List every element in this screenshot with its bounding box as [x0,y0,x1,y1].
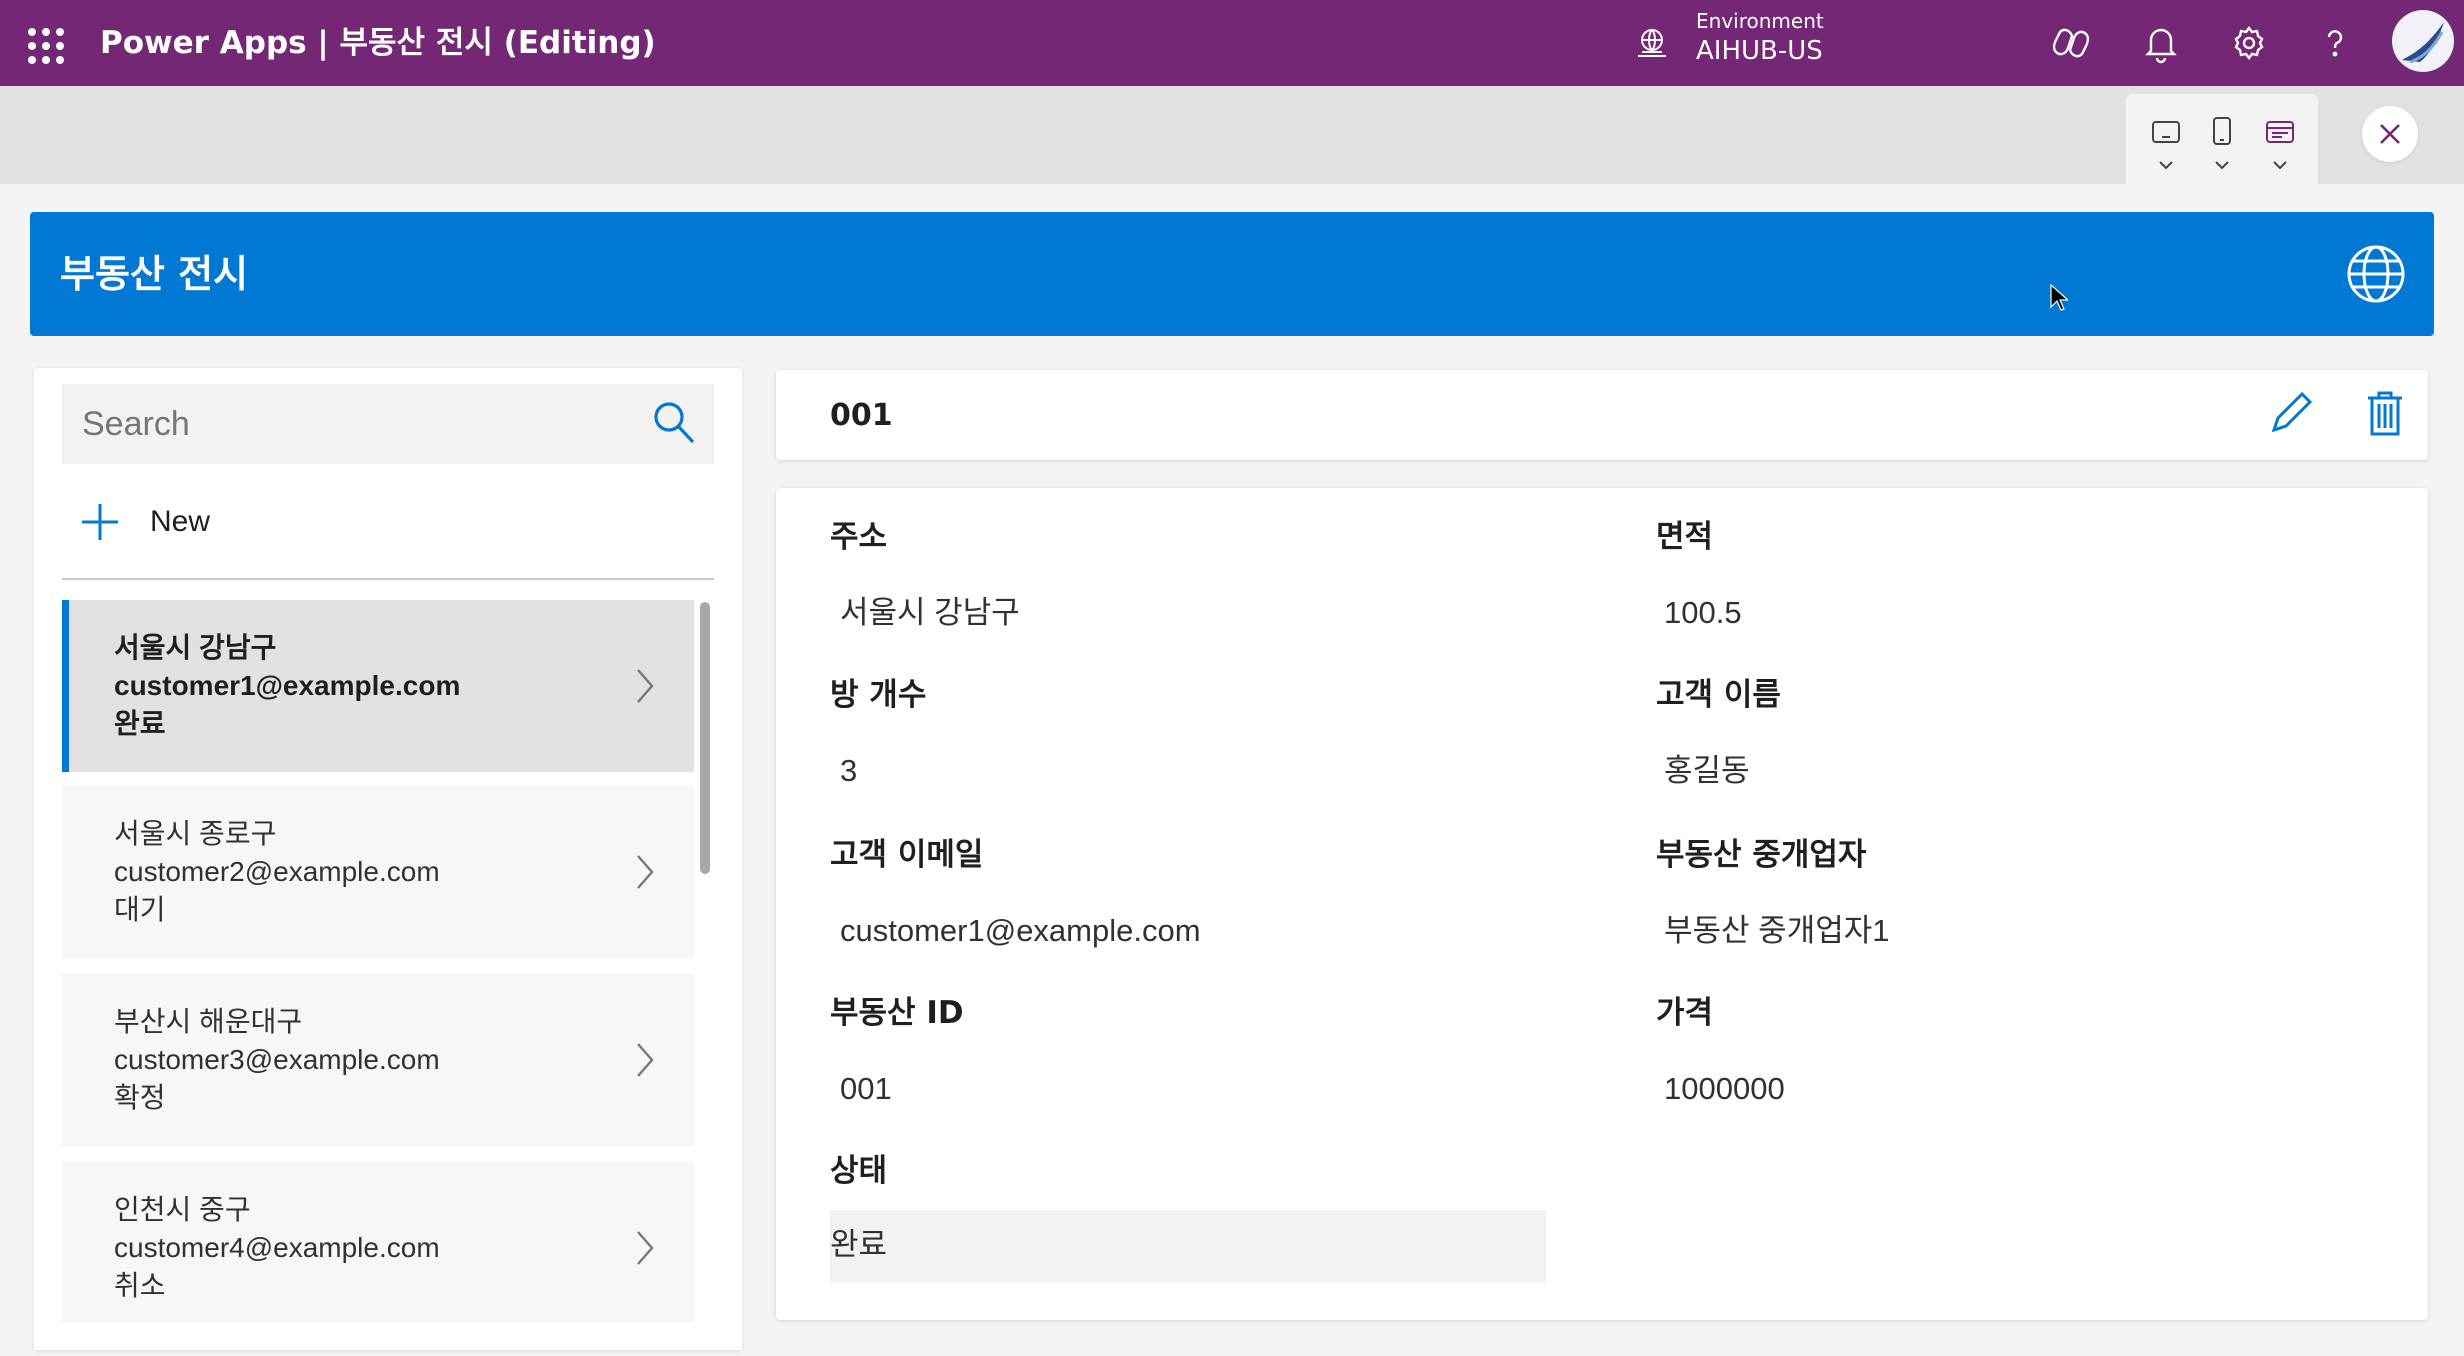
chevron-right-icon[interactable] [634,1228,658,1268]
mouse-cursor-icon [2050,284,2068,311]
globe-icon[interactable] [2346,244,2406,304]
item-status: 확정 [114,1082,166,1113]
list-item[interactable]: 부산시 해운대구 customer3@example.com 확정 [62,974,694,1146]
waffle-icon[interactable] [22,22,64,64]
field-value-agent: 부동산 중개업자1 [1664,913,1890,948]
detail-title-card [776,370,2428,460]
field-label-rooms: 방 개수 [830,677,927,713]
new-button-label: New [150,505,211,538]
record-title: 001 [830,398,893,433]
environment-icon[interactable] [1634,26,1670,62]
preview-toolbar [0,86,2464,184]
search-input[interactable] [82,396,642,452]
field-value-address: 서울시 강남구 [840,595,1020,630]
selection-indicator [62,600,69,772]
item-status: 취소 [114,1270,166,1301]
field-label-status: 상태 [830,1153,888,1189]
new-button[interactable] [62,490,462,554]
app-title[interactable]: Power Apps | 부동산 전시 (Editing) [100,22,656,64]
field-value-property-id: 001 [840,1071,892,1106]
close-icon [2380,124,2400,144]
item-address: 부산시 해운대구 [114,1006,303,1037]
divider [62,578,714,580]
item-email: customer4@example.com [114,1232,440,1263]
field-label-price: 가격 [1656,995,1714,1031]
item-address: 인천시 중구 [114,1194,251,1225]
environment-value[interactable]: AIHUB-US [1696,34,1823,68]
chevron-right-icon[interactable] [634,852,658,892]
item-address: 서울시 강남구 [114,632,277,663]
plus-icon [82,504,118,540]
bell-icon[interactable] [2138,20,2184,66]
help-icon[interactable] [2312,20,2358,66]
field-value-area: 100.5 [1664,595,1742,630]
item-email: customer1@example.com [114,670,461,701]
chevron-right-icon[interactable] [634,1040,658,1080]
field-value-customer-email: customer1@example.com [840,913,1201,948]
list-panel-footer [34,1322,742,1350]
edit-icon[interactable] [2266,388,2316,438]
field-label-area: 면적 [1656,519,1714,555]
chevron-right-icon[interactable] [634,666,658,706]
status-value-box [830,1210,1546,1282]
environment-label[interactable]: Environment [1696,8,1824,34]
field-value-rooms: 3 [840,753,858,788]
item-status: 완료 [114,708,166,739]
web-icon[interactable] [2260,116,2300,182]
close-preview-button[interactable] [2362,106,2418,162]
field-value-customer-name: 홍길동 [1664,753,1750,788]
item-email: customer2@example.com [114,856,440,887]
tablet-icon[interactable] [2146,116,2186,182]
search-icon[interactable] [652,400,696,446]
gear-icon[interactable] [2226,20,2272,66]
field-label-customer-email: 고객 이메일 [830,837,984,873]
list-item[interactable]: 서울시 강남구 customer1@example.com 완료 [62,600,694,772]
field-label-agent: 부동산 중개업자 [1656,837,1867,873]
list-item[interactable]: 인천시 중구 customer4@example.com 취소 [62,1162,694,1322]
copilot-icon[interactable] [2048,20,2094,66]
app-header-title: 부동산 전시 [60,252,249,296]
list-scrollbar[interactable] [700,602,710,874]
field-value-status: 완료 [830,1227,888,1262]
phone-icon[interactable] [2202,116,2242,182]
detail-form [776,488,2428,1320]
trash-icon[interactable] [2362,388,2408,438]
field-label-customer-name: 고객 이름 [1656,677,1781,713]
field-value-price: 1000000 [1664,1071,1785,1106]
item-address: 서울시 종로구 [114,818,277,849]
app-header [30,212,2434,336]
avatar[interactable] [2392,10,2454,72]
field-label-address: 주소 [830,519,888,555]
list-item[interactable]: 서울시 종로구 customer2@example.com 대기 [62,786,694,958]
field-label-property-id: 부동산 ID [830,995,964,1031]
item-status: 대기 [114,894,166,925]
item-email: customer3@example.com [114,1044,440,1075]
